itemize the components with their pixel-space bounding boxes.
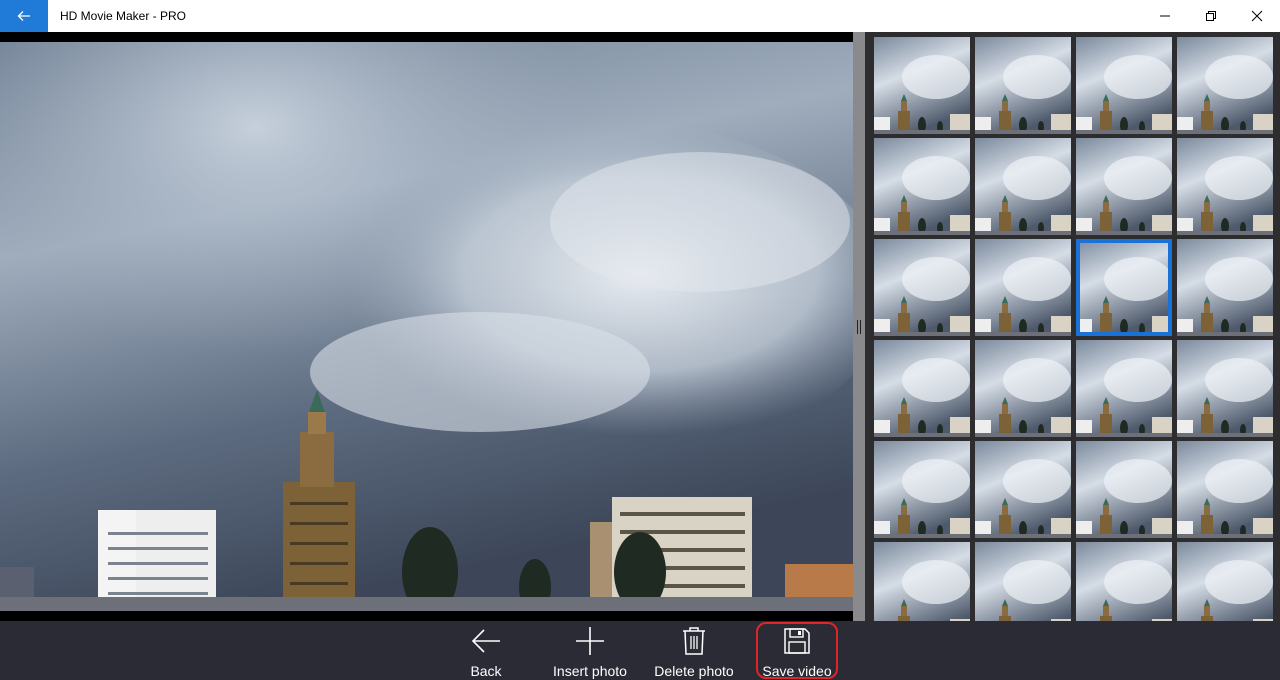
photo-thumbnail[interactable]	[1177, 441, 1273, 538]
photo-thumbnail[interactable]	[1177, 239, 1273, 336]
delete-photo-label: Delete photo	[654, 663, 734, 679]
photo-thumbnail[interactable]	[975, 542, 1071, 621]
arrow-left-icon	[471, 629, 500, 653]
delete-photo-button[interactable]: Delete photo	[648, 621, 740, 680]
photo-thumbnail[interactable]	[975, 37, 1071, 134]
photo-thumbnail[interactable]	[874, 37, 970, 134]
restore-button[interactable]	[1188, 0, 1234, 32]
photo-preview	[0, 32, 853, 621]
trash-icon	[683, 627, 705, 655]
minimize-icon	[1160, 15, 1170, 17]
panel-splitter[interactable]	[853, 32, 865, 621]
title-bar: HD Movie Maker - PRO	[0, 0, 1280, 32]
thumbnail-image	[874, 542, 970, 621]
close-button[interactable]	[1234, 0, 1280, 32]
photo-thumbnail[interactable]	[975, 239, 1071, 336]
insert-photo-button[interactable]: Insert photo	[545, 621, 635, 680]
close-icon	[1251, 10, 1263, 22]
thumbnail-grid	[865, 32, 1280, 621]
back-button[interactable]: Back	[456, 621, 516, 680]
photo-thumbnail[interactable]	[874, 340, 970, 437]
thumbnail-image	[975, 138, 1071, 235]
thumbnail-image	[1177, 441, 1273, 538]
photo-thumbnail[interactable]	[975, 441, 1071, 538]
plus-icon	[576, 627, 604, 655]
thumbnail-image	[975, 542, 1071, 621]
thumbnail-image	[1076, 239, 1172, 336]
splitter-grip-icon	[857, 320, 861, 334]
restore-icon	[1206, 11, 1216, 21]
thumbnail-image	[1076, 542, 1172, 621]
photo-thumbnail[interactable]	[874, 239, 970, 336]
thumbnail-image	[874, 340, 970, 437]
thumbnail-image	[874, 441, 970, 538]
thumbnail-image	[975, 37, 1071, 134]
photo-thumbnail[interactable]	[874, 441, 970, 538]
minimize-button[interactable]	[1142, 0, 1188, 32]
photo-thumbnail[interactable]	[1177, 37, 1273, 134]
thumbnail-image	[1076, 441, 1172, 538]
thumbnail-image	[1076, 37, 1172, 134]
insert-photo-label: Insert photo	[553, 663, 627, 679]
thumbnail-image	[1177, 340, 1273, 437]
photo-thumbnail[interactable]	[975, 340, 1071, 437]
photo-thumbnail[interactable]	[1076, 542, 1172, 621]
photo-thumbnail[interactable]	[1076, 441, 1172, 538]
thumbnail-image	[975, 340, 1071, 437]
bottom-toolbar: Back Insert photo Delete photo Save vide…	[0, 621, 1280, 680]
thumbnail-image	[874, 239, 970, 336]
thumbnail-image	[975, 239, 1071, 336]
thumbnail-image	[1076, 138, 1172, 235]
photo-thumbnail[interactable]	[1076, 37, 1172, 134]
photo-thumbnail[interactable]	[1177, 138, 1273, 235]
photo-thumbnail[interactable]	[874, 138, 970, 235]
thumbnail-image	[874, 37, 970, 134]
thumbnail-image	[1177, 37, 1273, 134]
thumbnail-image	[1076, 340, 1172, 437]
back-label: Back	[470, 663, 502, 679]
save-video-highlight	[756, 622, 838, 679]
app-title: HD Movie Maker - PRO	[60, 9, 187, 23]
thumbnail-image	[1177, 239, 1273, 336]
thumbnail-image	[874, 138, 970, 235]
title-back-button[interactable]	[0, 0, 48, 32]
photo-thumbnail[interactable]	[1177, 340, 1273, 437]
photo-thumbnail[interactable]	[1076, 239, 1172, 336]
photo-thumbnail[interactable]	[874, 542, 970, 621]
thumbnail-image	[1177, 542, 1273, 621]
thumbnail-image	[1177, 138, 1273, 235]
photo-thumbnail[interactable]	[1177, 542, 1273, 621]
arrow-left-icon	[17, 11, 30, 21]
thumbnail-image	[975, 441, 1071, 538]
cityscape-photo	[0, 42, 853, 611]
photo-thumbnail[interactable]	[1076, 340, 1172, 437]
photo-thumbnail[interactable]	[1076, 138, 1172, 235]
photo-thumbnail[interactable]	[975, 138, 1071, 235]
